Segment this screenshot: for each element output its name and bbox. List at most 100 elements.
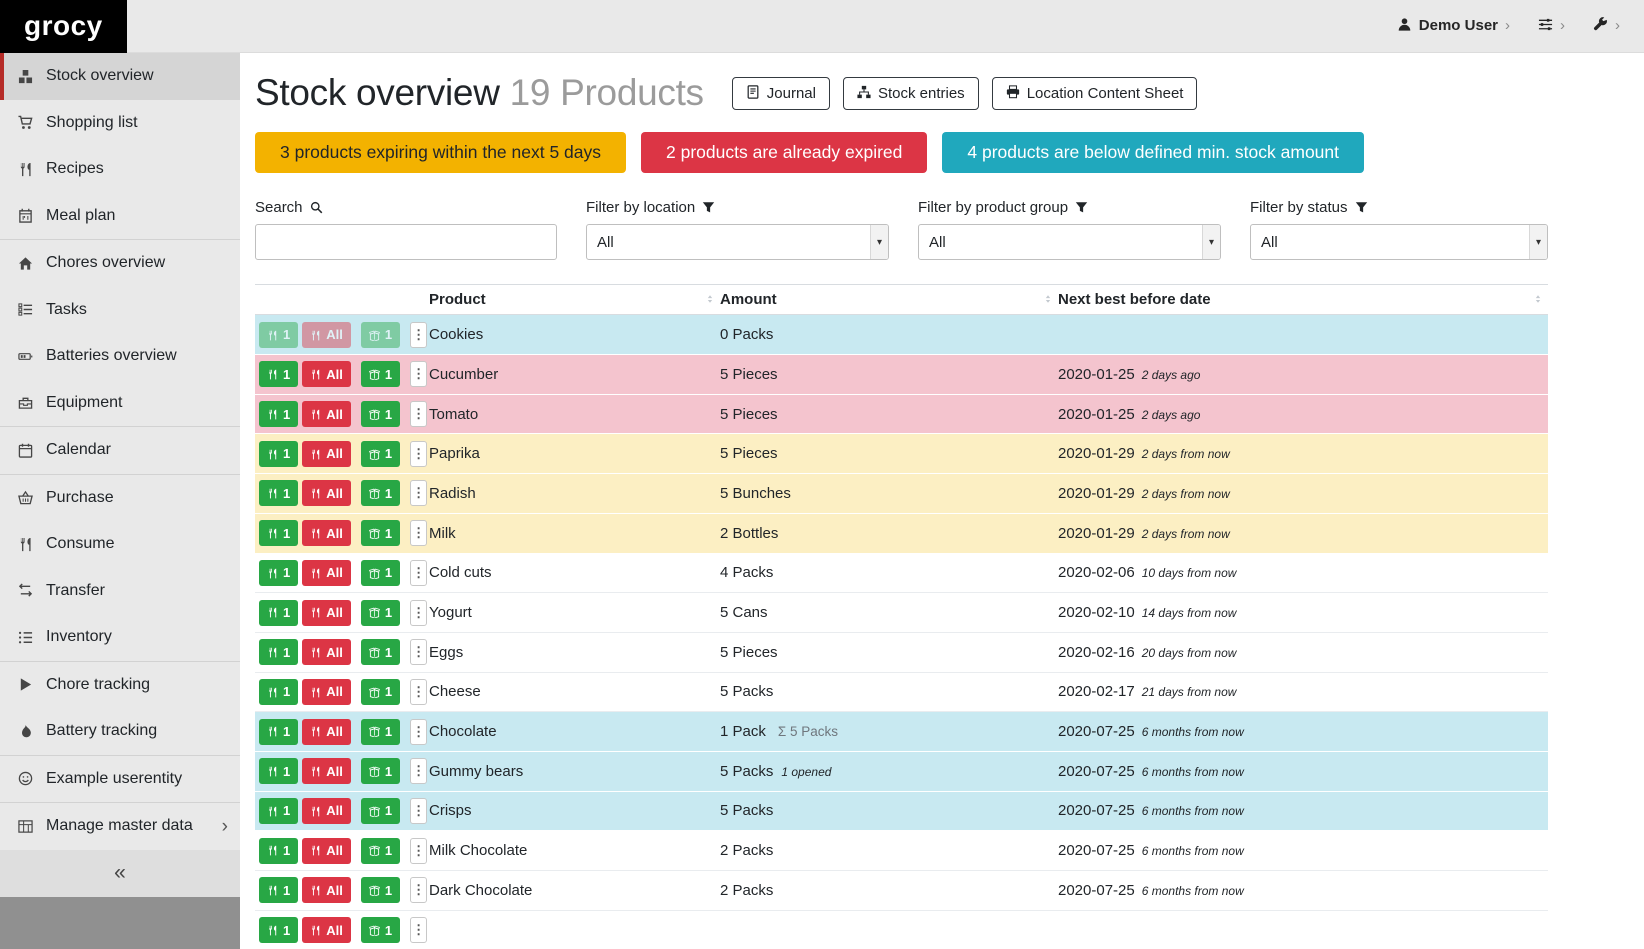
open-one-button[interactable]: 1 — [361, 838, 400, 864]
open-one-button[interactable]: 1 — [361, 480, 400, 506]
sidebar-item-manage-master-data[interactable]: Manage master data› — [0, 803, 240, 850]
consume-all-button[interactable]: All — [302, 401, 351, 427]
row-menu-button[interactable]: ⋮ — [410, 798, 427, 824]
consume-all-button[interactable]: All — [302, 838, 351, 864]
consume-one-button[interactable]: 1 — [259, 480, 298, 506]
danger-banner[interactable]: 2 products are already expired — [641, 132, 927, 173]
user-menu[interactable]: Demo User › — [1397, 17, 1510, 34]
consume-one-button[interactable]: 1 — [259, 719, 298, 745]
open-one-button[interactable]: 1 — [361, 758, 400, 784]
sidebar-item-example-userentity[interactable]: Example userentity — [0, 756, 240, 803]
row-menu-button[interactable]: ⋮ — [410, 401, 427, 427]
consume-one-button[interactable]: 1 — [259, 401, 298, 427]
sidebar-item-consume[interactable]: Consume — [0, 521, 240, 568]
consume-all-button[interactable]: All — [302, 639, 351, 665]
settings-menu[interactable]: › — [1538, 17, 1565, 34]
consume-one-button[interactable]: 1 — [259, 441, 298, 467]
open-one-button[interactable]: 1 — [361, 441, 400, 467]
brand-logo[interactable]: grocy — [0, 0, 127, 53]
row-menu-button[interactable]: ⋮ — [410, 441, 427, 467]
row-menu-button[interactable]: ⋮ — [410, 322, 427, 348]
consume-one-button[interactable]: 1 — [259, 639, 298, 665]
location-filter-select[interactable]: All ▾ — [586, 224, 889, 260]
open-one-button[interactable]: 1 — [361, 600, 400, 626]
row-menu-button[interactable]: ⋮ — [410, 520, 427, 546]
row-menu-button[interactable]: ⋮ — [410, 877, 427, 903]
column-header-amount[interactable]: Amount — [720, 285, 1058, 314]
open-one-button[interactable]: 1 — [361, 917, 400, 943]
sidebar-item-purchase[interactable]: Purchase — [0, 475, 240, 522]
open-one-button[interactable]: 1 — [361, 679, 400, 705]
open-one-button[interactable]: 1 — [361, 361, 400, 387]
consume-all-button[interactable]: All — [302, 798, 351, 824]
warning-banner[interactable]: 3 products expiring within the next 5 da… — [255, 132, 626, 173]
sidebar-item-transfer[interactable]: Transfer — [0, 568, 240, 615]
open-one-button[interactable]: 1 — [361, 798, 400, 824]
row-menu-button[interactable]: ⋮ — [410, 679, 427, 705]
sidebar-item-shopping-list[interactable]: Shopping list — [0, 100, 240, 147]
open-one-button[interactable]: 1 — [361, 520, 400, 546]
consume-one-button[interactable]: 1 — [259, 838, 298, 864]
location-content-sheet-button[interactable]: Location Content Sheet — [992, 77, 1198, 110]
consume-all-button[interactable]: All — [302, 917, 351, 943]
info-banner[interactable]: 4 products are below defined min. stock … — [942, 132, 1364, 173]
sidebar-item-tasks[interactable]: Tasks — [0, 287, 240, 334]
open-one-button[interactable]: 1 — [361, 719, 400, 745]
row-menu-button[interactable]: ⋮ — [410, 758, 427, 784]
row-menu-button[interactable]: ⋮ — [410, 719, 427, 745]
consume-all-button[interactable]: All — [302, 361, 351, 387]
consume-one-button[interactable]: 1 — [259, 361, 298, 387]
sidebar-item-calendar[interactable]: Calendar — [0, 427, 240, 474]
open-one-button[interactable]: 1 — [361, 877, 400, 903]
sidebar-item-equipment[interactable]: Equipment — [0, 380, 240, 427]
consume-one-button[interactable]: 1 — [259, 758, 298, 784]
consume-all-button[interactable]: All — [302, 441, 351, 467]
open-one-button[interactable]: 1 — [361, 322, 400, 348]
consume-one-button[interactable]: 1 — [259, 560, 298, 586]
journal-button[interactable]: Journal — [732, 77, 830, 110]
sidebar-item-chores-overview[interactable]: Chores overview — [0, 240, 240, 287]
sidebar-item-chore-tracking[interactable]: Chore tracking — [0, 662, 240, 709]
consume-all-button[interactable]: All — [302, 719, 351, 745]
sidebar-item-stock-overview[interactable]: Stock overview — [0, 53, 240, 100]
stock-entries-button[interactable]: Stock entries — [843, 77, 979, 110]
admin-menu[interactable]: › — [1593, 17, 1620, 34]
column-header-product[interactable]: Product — [429, 285, 720, 314]
consume-all-button[interactable]: All — [302, 679, 351, 705]
open-one-button[interactable]: 1 — [361, 560, 400, 586]
row-menu-button[interactable]: ⋮ — [410, 838, 427, 864]
consume-all-button[interactable]: All — [302, 600, 351, 626]
consume-one-button[interactable]: 1 — [259, 917, 298, 943]
product-amount: 5 Pieces — [720, 366, 1058, 383]
consume-one-button[interactable]: 1 — [259, 877, 298, 903]
sidebar-item-battery-tracking[interactable]: Battery tracking — [0, 708, 240, 755]
row-menu-button[interactable]: ⋮ — [410, 480, 427, 506]
open-one-button[interactable]: 1 — [361, 401, 400, 427]
product-group-filter-select[interactable]: All ▾ — [918, 224, 1221, 260]
row-menu-button[interactable]: ⋮ — [410, 639, 427, 665]
consume-one-button[interactable]: 1 — [259, 798, 298, 824]
consume-all-button[interactable]: All — [302, 758, 351, 784]
consume-all-button[interactable]: All — [302, 877, 351, 903]
consume-all-button[interactable]: All — [302, 480, 351, 506]
sidebar-collapse-button[interactable]: « — [0, 850, 240, 897]
open-one-button[interactable]: 1 — [361, 639, 400, 665]
sidebar-item-batteries-overview[interactable]: Batteries overview — [0, 333, 240, 380]
consume-one-button[interactable]: 1 — [259, 520, 298, 546]
row-menu-button[interactable]: ⋮ — [410, 917, 427, 943]
row-menu-button[interactable]: ⋮ — [410, 600, 427, 626]
consume-one-button[interactable]: 1 — [259, 679, 298, 705]
consume-all-button[interactable]: All — [302, 560, 351, 586]
consume-one-button[interactable]: 1 — [259, 600, 298, 626]
row-menu-button[interactable]: ⋮ — [410, 361, 427, 387]
sidebar-item-meal-plan[interactable]: Meal plan — [0, 193, 240, 240]
consume-all-button[interactable]: All — [302, 322, 351, 348]
sidebar-item-recipes[interactable]: Recipes — [0, 146, 240, 193]
status-filter-select[interactable]: All ▾ — [1250, 224, 1548, 260]
row-menu-button[interactable]: ⋮ — [410, 560, 427, 586]
consume-one-button[interactable]: 1 — [259, 322, 298, 348]
search-input[interactable] — [255, 224, 557, 260]
consume-all-button[interactable]: All — [302, 520, 351, 546]
column-header-date[interactable]: Next best before date — [1058, 285, 1548, 314]
sidebar-item-inventory[interactable]: Inventory — [0, 614, 240, 661]
